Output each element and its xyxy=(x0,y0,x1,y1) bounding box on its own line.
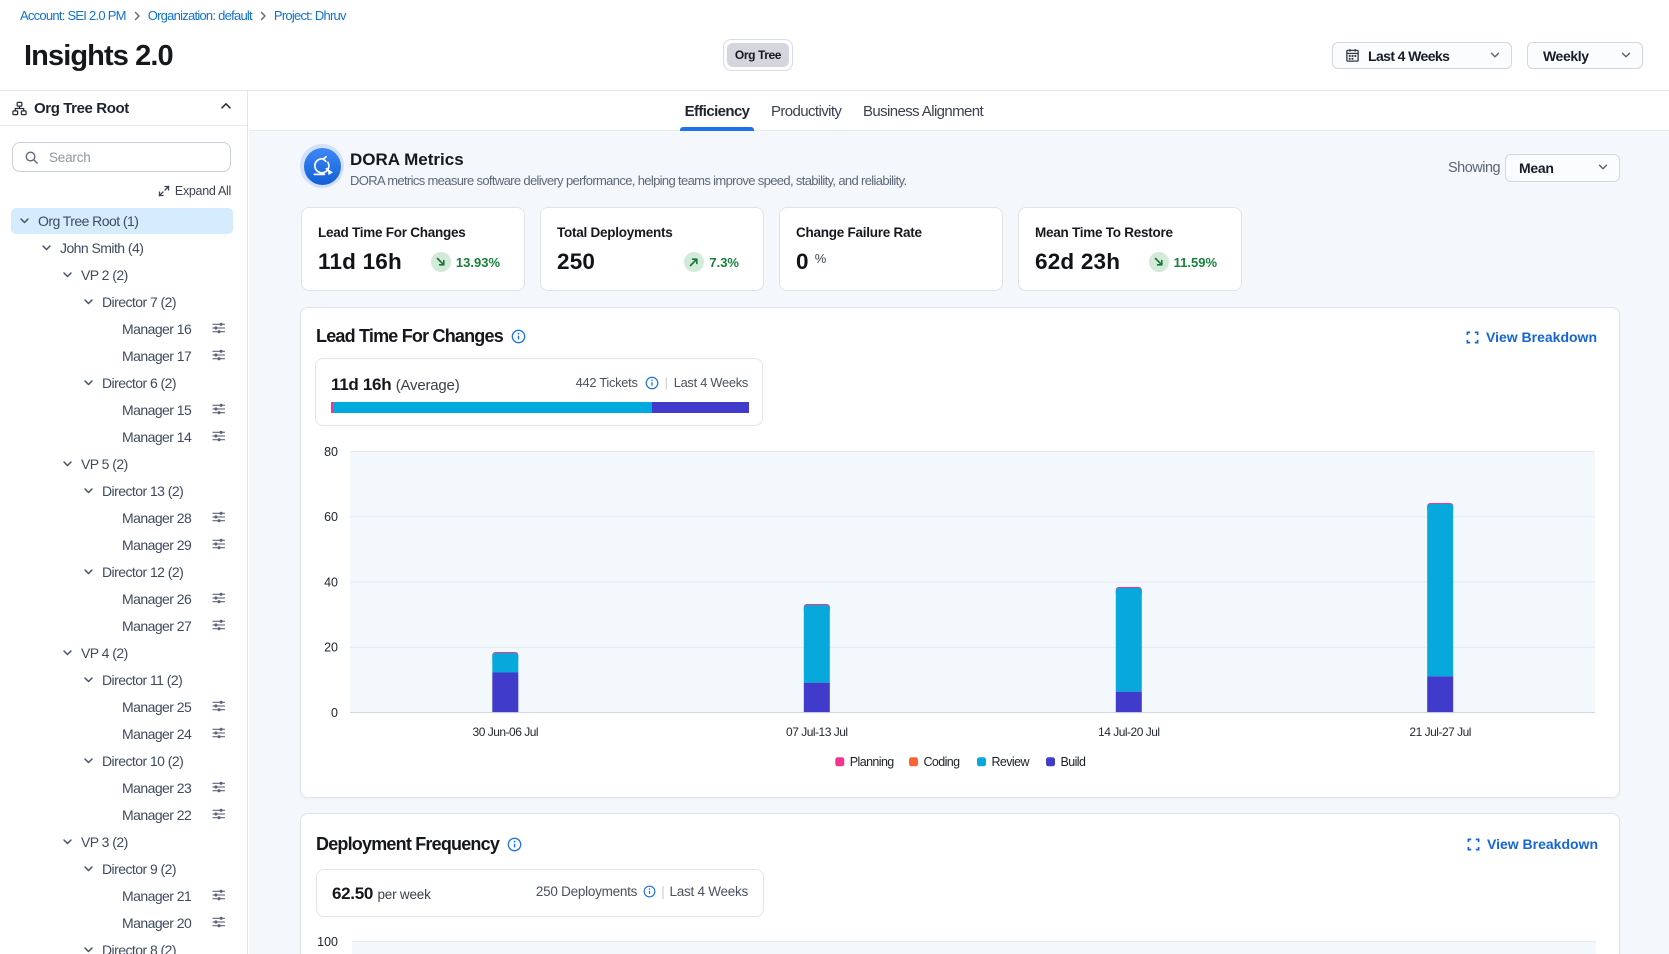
svg-text:40: 40 xyxy=(324,575,338,589)
svg-text:20: 20 xyxy=(324,641,338,655)
svg-text:30 Jun-06 Jul: 30 Jun-06 Jul xyxy=(473,725,539,739)
svg-text:0: 0 xyxy=(331,706,338,720)
svg-text:80: 80 xyxy=(324,445,338,459)
svg-text:Coding: Coding xyxy=(924,755,961,769)
svg-text:07 Jul-13 Jul: 07 Jul-13 Jul xyxy=(786,725,848,739)
svg-text:Build: Build xyxy=(1061,755,1086,769)
svg-text:Planning: Planning xyxy=(850,755,894,769)
svg-text:Review: Review xyxy=(992,755,1031,769)
svg-text:60: 60 xyxy=(324,510,338,524)
svg-text:21 Jul-27 Jul: 21 Jul-27 Jul xyxy=(1409,725,1471,739)
svg-text:14 Jul-20 Jul: 14 Jul-20 Jul xyxy=(1098,725,1160,739)
